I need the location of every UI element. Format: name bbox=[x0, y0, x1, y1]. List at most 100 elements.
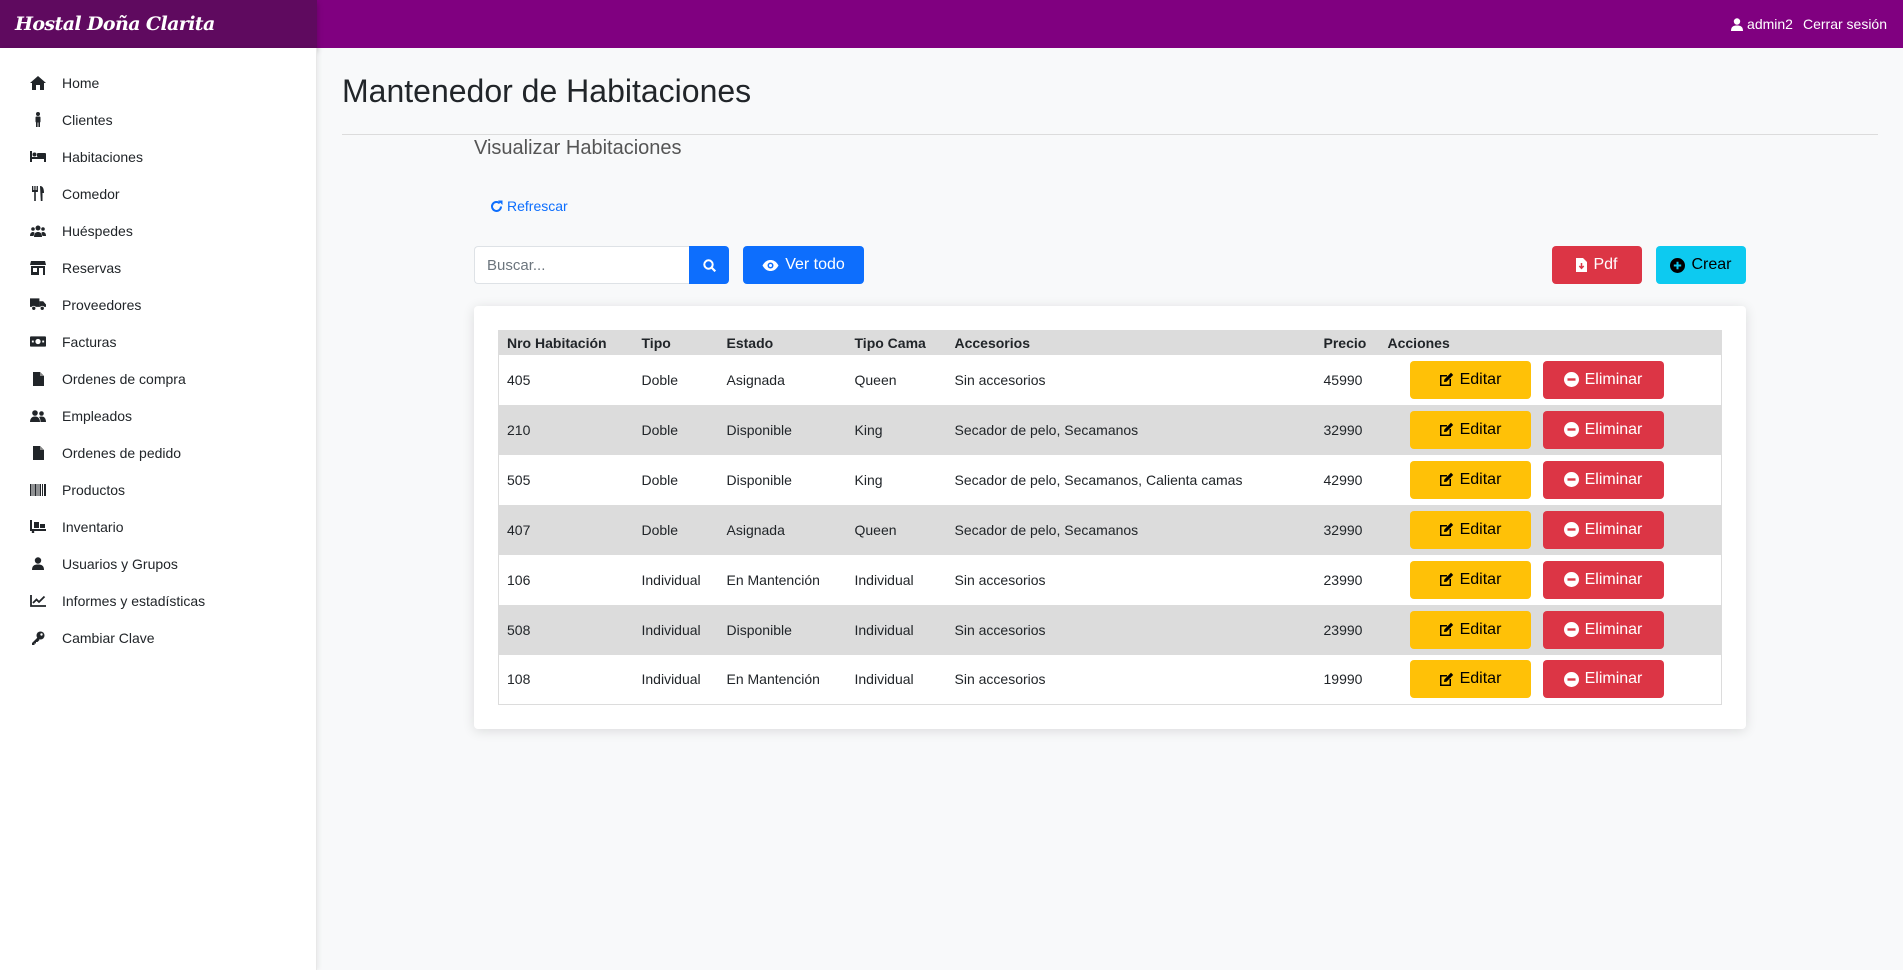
sidebar-item-usuarios-grupos[interactable]: Usuarios y Grupos bbox=[0, 545, 316, 582]
table-cell: Doble bbox=[641, 471, 679, 488]
edit-button[interactable]: Editar bbox=[1409, 360, 1531, 399]
edit-icon bbox=[1439, 372, 1453, 386]
sidebar-item-reservas[interactable]: Reservas bbox=[0, 249, 316, 286]
sidebar-item-label: Reservas bbox=[62, 259, 122, 276]
sidebar-item-ordenes-pedido[interactable]: Ordenes de pedido bbox=[0, 434, 316, 471]
table-cell: Individual bbox=[641, 571, 701, 588]
search-icon bbox=[702, 258, 716, 272]
table-cell: Disponible bbox=[726, 421, 792, 438]
table-cell: Individual bbox=[854, 621, 914, 638]
edit-icon bbox=[1439, 522, 1453, 536]
barcode-icon bbox=[30, 482, 46, 498]
actions-cell: Editar Eliminar bbox=[1380, 605, 1722, 655]
table-cell: 32990 bbox=[1323, 421, 1363, 438]
sidebar-item-clientes[interactable]: Clientes bbox=[0, 101, 316, 138]
table-row: 508 Individual Disponible Individual Sin acc… bbox=[498, 604, 1722, 655]
delete-button[interactable]: Eliminar bbox=[1542, 660, 1664, 699]
table-cell: Secador de pelo, Secamanos bbox=[954, 421, 1139, 438]
sidebar-item-proveedores[interactable]: Proveedores bbox=[0, 286, 316, 323]
sidebar-item-informes[interactable]: Informes y estadísticas bbox=[0, 582, 316, 619]
edit-label: Editar bbox=[1459, 420, 1502, 438]
create-button[interactable]: Crear bbox=[1656, 246, 1746, 284]
sidebar-item-label: Huéspedes bbox=[62, 222, 133, 239]
search-group bbox=[474, 246, 729, 284]
utensils-icon bbox=[30, 186, 46, 202]
delete-button[interactable]: Eliminar bbox=[1542, 460, 1664, 499]
sidebar-item-label: Habitaciones bbox=[62, 148, 143, 165]
sidebar-item-cambiar-clave[interactable]: Cambiar Clave bbox=[0, 619, 316, 656]
sidebar-item-home[interactable]: Home bbox=[0, 64, 316, 101]
edit-icon bbox=[1439, 572, 1453, 586]
title-divider bbox=[342, 134, 1878, 135]
eye-icon bbox=[762, 259, 779, 271]
pdf-button[interactable]: Pdf bbox=[1552, 246, 1642, 284]
search-input[interactable] bbox=[474, 246, 689, 284]
delete-button[interactable]: Eliminar bbox=[1542, 560, 1664, 599]
column-header: Precio bbox=[1323, 334, 1367, 351]
view-all-button[interactable]: Ver todo bbox=[743, 246, 864, 284]
search-button[interactable] bbox=[689, 246, 729, 284]
delete-button[interactable]: Eliminar bbox=[1542, 510, 1664, 549]
sidebar-item-label: Informes y estadísticas bbox=[62, 592, 206, 609]
logout-link[interactable]: Cerrar sesión bbox=[1803, 16, 1887, 32]
users-icon bbox=[30, 223, 46, 239]
edit-label: Editar bbox=[1459, 470, 1502, 488]
sidebar-item-habitaciones[interactable]: Habitaciones bbox=[0, 138, 316, 175]
delete-label: Eliminar bbox=[1584, 370, 1643, 388]
edit-button[interactable]: Editar bbox=[1409, 460, 1531, 499]
delete-button[interactable]: Eliminar bbox=[1542, 610, 1664, 649]
dolly-icon bbox=[30, 519, 46, 535]
table-cell: 210 bbox=[507, 421, 531, 438]
sidebar-item-empleados[interactable]: Empleados bbox=[0, 397, 316, 434]
minus-circle-icon bbox=[1563, 671, 1579, 687]
minus-circle-icon bbox=[1563, 472, 1579, 487]
sidebar-item-facturas[interactable]: Facturas bbox=[0, 323, 316, 360]
create-label: Crear bbox=[1691, 256, 1732, 273]
top-navbar: Hostal Doña Clarita admin2 Cerrar sesión bbox=[0, 0, 1903, 48]
sidebar-item-ordenes-compra[interactable]: Ordenes de compra bbox=[0, 360, 316, 397]
store-icon bbox=[30, 260, 46, 276]
table-cell: 19990 bbox=[1323, 671, 1363, 688]
table-cell: 407 bbox=[507, 521, 531, 538]
table-cell: Asignada bbox=[726, 371, 785, 388]
edit-label: Editar bbox=[1459, 670, 1502, 688]
plus-circle-icon bbox=[1670, 257, 1686, 273]
file-icon bbox=[30, 371, 46, 387]
edit-label: Editar bbox=[1459, 570, 1502, 588]
column-header: Nro Habitación bbox=[507, 334, 607, 351]
sidebar-item-huespedes[interactable]: Huéspedes bbox=[0, 212, 316, 249]
sidebar-item-productos[interactable]: Productos bbox=[0, 471, 316, 508]
view-all-label: Ver todo bbox=[785, 256, 845, 273]
edit-label: Editar bbox=[1459, 520, 1502, 538]
refresh-link[interactable]: Refrescar bbox=[490, 196, 1746, 216]
table-cell: Doble bbox=[641, 421, 679, 438]
delete-button[interactable]: Eliminar bbox=[1542, 410, 1664, 449]
content-area: Visualizar Habitaciones Refrescar Ver to… bbox=[474, 136, 1746, 729]
file-icon bbox=[30, 445, 46, 461]
edit-icon bbox=[1439, 422, 1453, 436]
column-header: Tipo Cama bbox=[854, 334, 926, 351]
table-cell: Disponible bbox=[726, 621, 792, 638]
sidebar-item-label: Usuarios y Grupos bbox=[62, 555, 178, 572]
sidebar-item-inventario[interactable]: Inventario bbox=[0, 508, 316, 545]
refresh-label: Refrescar bbox=[507, 198, 568, 214]
edit-button[interactable]: Editar bbox=[1409, 560, 1531, 599]
edit-button[interactable]: Editar bbox=[1409, 510, 1531, 549]
username: admin2 bbox=[1747, 16, 1793, 32]
sidebar-item-label: Facturas bbox=[62, 333, 117, 350]
edit-button[interactable]: Editar bbox=[1409, 610, 1531, 649]
table-row: 108 Individual En Mantención Individual Sin … bbox=[498, 654, 1722, 705]
money-bill-icon bbox=[30, 334, 46, 350]
edit-button[interactable]: Editar bbox=[1409, 660, 1531, 699]
user-icon bbox=[1731, 17, 1744, 31]
table-cell: 505 bbox=[507, 471, 531, 488]
sidebar-item-label: Cambiar Clave bbox=[62, 629, 155, 646]
brand-logo[interactable]: Hostal Doña Clarita bbox=[0, 0, 317, 48]
delete-label: Eliminar bbox=[1584, 620, 1643, 638]
table-cell: Individual bbox=[854, 671, 914, 688]
topbar-user-area: admin2 Cerrar sesión bbox=[1731, 0, 1887, 48]
delete-button[interactable]: Eliminar bbox=[1542, 360, 1664, 399]
user-menu[interactable]: admin2 bbox=[1731, 16, 1793, 32]
edit-button[interactable]: Editar bbox=[1409, 410, 1531, 449]
sidebar-item-comedor[interactable]: Comedor bbox=[0, 175, 316, 212]
